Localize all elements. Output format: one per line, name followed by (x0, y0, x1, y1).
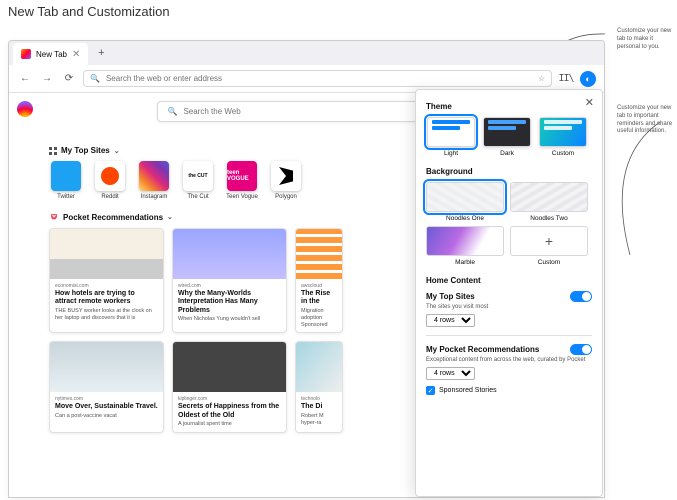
sponsored-label: Sponsored Stories (439, 387, 497, 394)
pocket-rows-select[interactable]: 4 rows (426, 367, 475, 380)
home-topsites-title: My Top Sites (426, 292, 475, 301)
toggle-pocket[interactable] (570, 344, 592, 355)
pocket-card[interactable]: wired.comWhy the Many-Worlds Interpretat… (172, 228, 287, 333)
forward-button[interactable]: → (39, 71, 55, 87)
reload-button[interactable]: ⟳ (61, 71, 77, 87)
pocket-card[interactable]: kiplinger.comSecrets of Happiness from t… (172, 341, 287, 433)
customize-panel: ✕ Theme Light Dark Custom Background Noo… (415, 89, 603, 497)
bookmark-icon[interactable]: ☆ (538, 74, 545, 83)
search-box[interactable]: 🔍 Search the Web (157, 101, 457, 122)
url-input[interactable] (106, 74, 532, 83)
chevron-down-icon: ⌄ (167, 213, 173, 221)
instagram-icon (139, 161, 169, 191)
url-bar[interactable]: 🔍 ☆ (83, 70, 552, 87)
card-image (50, 342, 163, 392)
pocket-card[interactable]: awscloudThe Rise in theMigration adoptio… (295, 228, 343, 333)
bg-custom[interactable]: + (510, 226, 588, 256)
topsite-instagram[interactable]: Instagram (137, 161, 171, 200)
card-image (173, 342, 286, 392)
card-image (50, 229, 163, 279)
theme-heading: Theme (426, 102, 592, 111)
bg-noodles-two[interactable] (510, 182, 588, 212)
theme-light[interactable] (427, 117, 475, 147)
the-cut-icon: the CUT (183, 161, 213, 191)
search-icon: 🔍 (90, 74, 100, 83)
close-panel-button[interactable]: ✕ (585, 96, 594, 109)
pocket-card[interactable]: technoloThe DiRobert M hyper-ra (295, 341, 343, 433)
topsite-teen-vogue[interactable]: teen VOGUETeen Vogue (225, 161, 259, 200)
tab-new-tab[interactable]: New Tab ✕ (13, 43, 88, 65)
topsite-polygon[interactable]: Polygon (269, 161, 303, 200)
close-tab-icon[interactable]: ✕ (72, 49, 80, 60)
home-topsites-desc: The sites you visit most (426, 304, 592, 310)
tab-label: New Tab (36, 50, 67, 59)
chevron-down-icon: ⌄ (114, 147, 120, 155)
tab-strip: New Tab ✕ + (9, 41, 604, 65)
card-image (296, 342, 342, 392)
pocket-card[interactable]: nytimes.comMove Over, Sustainable Travel… (49, 341, 164, 433)
home-pocket-title: My Pocket Recommendations (426, 345, 539, 354)
teen-vogue-icon: teen VOGUE (227, 161, 257, 191)
home-content-heading: Home Content (426, 276, 592, 285)
theme-dark[interactable] (483, 117, 531, 147)
theme-options: Light Dark Custom (426, 117, 592, 157)
topsites-rows-select[interactable]: 4 rows (426, 314, 475, 327)
home-pocket-desc: Exceptional content from across the web,… (426, 357, 592, 363)
page-title: New Tab and Customization (0, 0, 677, 23)
back-button[interactable]: ← (17, 71, 33, 87)
topsite-the-cut[interactable]: the CUTThe Cut (181, 161, 215, 200)
card-image (173, 229, 286, 279)
bg-marble[interactable] (426, 226, 504, 256)
new-tab-button[interactable]: + (92, 44, 110, 62)
firefox-favicon-icon (21, 49, 31, 59)
polygon-icon (271, 161, 301, 191)
topsite-twitter[interactable]: Twitter (49, 161, 83, 200)
search-icon: 🔍 (168, 107, 178, 116)
pocket-card[interactable]: economist.comHow hotels are trying to at… (49, 228, 164, 333)
library-icon[interactable]: II\ (558, 71, 574, 87)
twitter-icon (51, 161, 81, 191)
firefox-logo-icon (17, 101, 33, 117)
sponsored-checkbox-row[interactable]: ✓ Sponsored Stories (426, 386, 592, 395)
checkbox-checked-icon: ✓ (426, 386, 435, 395)
annotation-mid: Customize your new tab to important remi… (617, 105, 677, 136)
bg-noodles-one[interactable] (426, 182, 504, 212)
top-sites-label: My Top Sites (61, 146, 110, 155)
theme-custom[interactable] (539, 117, 587, 147)
account-avatar[interactable]: ◐ (580, 71, 596, 87)
annotation-top: Customize your new tab to make it person… (617, 28, 677, 51)
grid-icon (49, 147, 57, 155)
toggle-top-sites[interactable] (570, 291, 592, 302)
search-placeholder: Search the Web (183, 107, 240, 116)
pocket-label: Pocket Recommendations (63, 213, 163, 222)
topsite-reddit[interactable]: Reddit (93, 161, 127, 200)
reddit-icon (95, 161, 125, 191)
pocket-icon (49, 212, 59, 222)
background-heading: Background (426, 167, 592, 176)
card-image (296, 229, 342, 279)
